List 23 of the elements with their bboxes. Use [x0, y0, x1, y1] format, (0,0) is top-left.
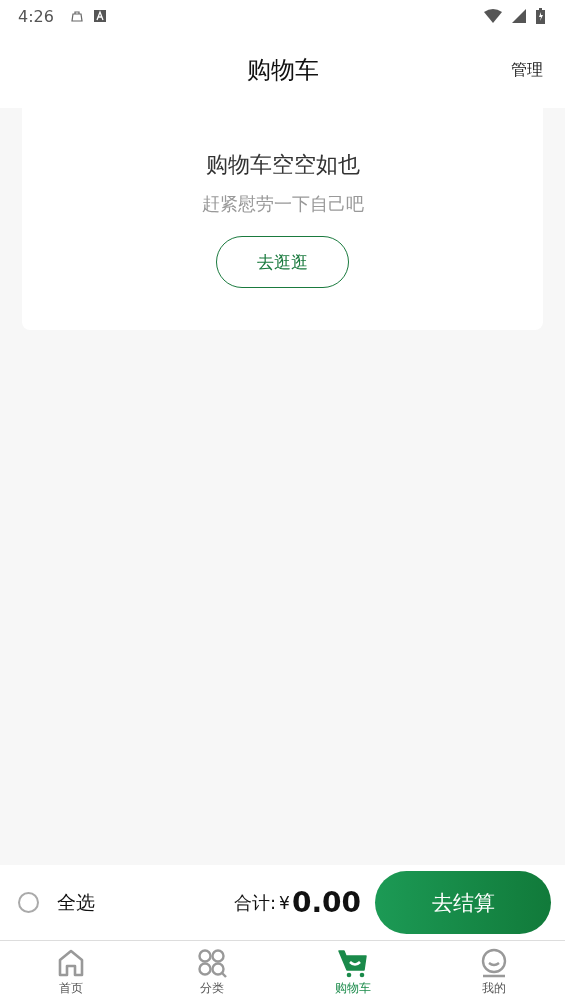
status-time: 4:26: [18, 6, 54, 26]
empty-subtitle: 赶紧慰劳一下自己吧: [201, 192, 364, 216]
tab-item[interactable]: 分类: [141, 941, 283, 1004]
browse-button[interactable]: 去逛逛: [216, 236, 349, 288]
currency-symbol: ¥: [279, 892, 290, 913]
bag-icon: [69, 9, 84, 23]
total-amount: 0.00: [291, 886, 361, 919]
total-label: 合计:: [234, 890, 277, 915]
tab-item[interactable]: 首页: [0, 941, 142, 1004]
cart-icon: [338, 948, 369, 978]
battery-icon: [536, 8, 545, 24]
font-icon: [93, 10, 106, 22]
checkout-button[interactable]: 去结算: [375, 871, 551, 934]
tab-item[interactable]: 购物车: [282, 941, 424, 1004]
page-title: 购物车: [246, 55, 319, 86]
empty-title: 购物车空空如也: [205, 151, 360, 179]
category-icon: [196, 948, 227, 978]
wifi-icon: [484, 9, 502, 23]
select-all-checkbox[interactable]: [18, 892, 39, 913]
signal-icon: [512, 9, 526, 23]
tab-item[interactable]: 我的: [423, 941, 565, 1004]
manage-button[interactable]: 管理: [511, 60, 543, 81]
select-all-label[interactable]: 全选: [57, 889, 95, 916]
